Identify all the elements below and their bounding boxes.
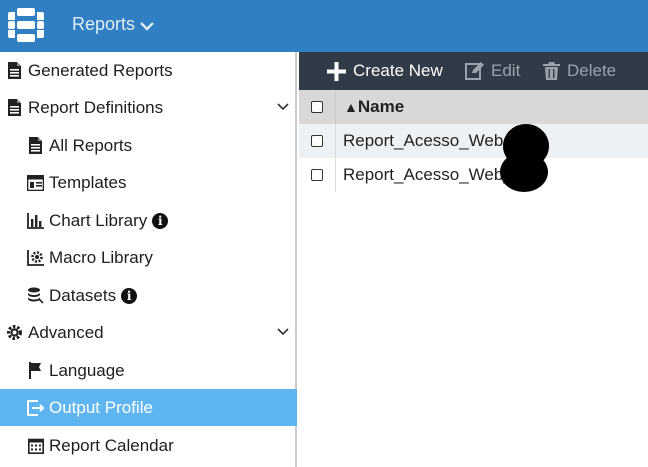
sidebar: Generated Reports Report Definitions All…	[0, 52, 297, 467]
edit-button[interactable]: Edit	[465, 52, 520, 90]
edit-icon	[465, 62, 484, 80]
select-all-checkbox[interactable]	[311, 101, 323, 113]
sidebar-item-generated-reports[interactable]: Generated Reports	[0, 52, 297, 89]
row-name: Report_Acesso_Web_	[343, 165, 513, 184]
sidebar-item-macro-library[interactable]: Macro Library	[0, 239, 297, 276]
module-title: Reports	[72, 14, 136, 34]
sidebar-item-report-calendar[interactable]: Report Calendar	[0, 427, 297, 464]
info-icon[interactable]: i	[121, 287, 138, 304]
macro-gear-icon	[27, 249, 44, 266]
sidebar-item-chart-library[interactable]: Chart Library i	[0, 202, 297, 239]
sidebar-item-label: Report Calendar	[49, 435, 174, 455]
sidebar-item-language[interactable]: Language	[0, 352, 297, 389]
row-name: Report_Acesso_Web_	[343, 131, 513, 150]
sidebar-item-label: Report Definitions	[28, 97, 164, 117]
table-row[interactable]: Report_Acesso_Web_	[299, 124, 648, 158]
name-column-header[interactable]: ▲ Name	[336, 97, 404, 117]
redaction-mark	[500, 152, 548, 192]
sidebar-item-label: Datasets	[49, 285, 117, 305]
sidebar-item-label: Language	[49, 360, 125, 380]
flag-icon	[27, 362, 44, 379]
sort-ascending-icon: ▲	[344, 99, 358, 115]
row-checkbox[interactable]	[311, 135, 323, 147]
document-icon	[27, 137, 44, 154]
sidebar-item-label: Templates	[49, 172, 127, 192]
info-icon[interactable]: i	[152, 212, 169, 229]
fortinet-logo-icon[interactable]	[8, 8, 44, 42]
gear-icon	[6, 324, 23, 341]
sidebar-item-label: Advanced	[28, 322, 104, 342]
trash-icon	[543, 62, 560, 80]
sidebar-item-report-definitions[interactable]: Report Definitions	[0, 89, 297, 126]
bar-chart-icon	[27, 212, 44, 229]
module-selector[interactable]: Reports	[72, 14, 154, 35]
sidebar-item-datasets[interactable]: Datasets i	[0, 277, 297, 314]
row-name-cell: Report_Acesso_Web_	[336, 165, 513, 185]
document-icon	[6, 62, 23, 79]
plus-icon	[327, 61, 346, 81]
sidebar-item-output-profile[interactable]: Output Profile	[0, 389, 297, 426]
edit-label: Edit	[491, 61, 521, 80]
chevron-down-icon[interactable]	[277, 100, 289, 112]
document-icon	[6, 99, 23, 116]
calendar-icon	[27, 437, 44, 454]
toolbar: Create New Edit Delete	[299, 52, 648, 90]
output-profile-icon	[27, 399, 44, 416]
chevron-down-icon[interactable]	[277, 325, 289, 337]
delete-label: Delete	[567, 61, 617, 80]
table-header: ▲ Name	[299, 90, 648, 124]
report-output-table: ▲ Name Report_Acesso_Web_ Report_Acesso_…	[299, 90, 648, 192]
create-new-label: Create New	[353, 61, 443, 80]
sidebar-item-label: Output Profile	[49, 397, 153, 417]
sidebar-item-all-reports[interactable]: All Reports	[0, 127, 297, 164]
delete-button[interactable]: Delete	[543, 52, 616, 90]
name-header-label: Name	[357, 97, 405, 116]
chevron-down-icon	[140, 21, 154, 31]
sidebar-item-label: Chart Library	[49, 210, 148, 230]
create-new-button[interactable]: Create New	[327, 52, 443, 90]
template-icon	[27, 174, 44, 191]
sidebar-item-templates[interactable]: Templates	[0, 164, 297, 201]
row-checkbox-cell	[299, 158, 336, 192]
row-checkbox[interactable]	[311, 169, 323, 181]
row-name-cell: Report_Acesso_Web_	[336, 131, 513, 151]
sidebar-item-advanced[interactable]: Advanced	[0, 314, 297, 351]
select-all-cell	[299, 90, 336, 124]
table-row[interactable]: Report_Acesso_Web_	[299, 158, 648, 192]
sidebar-item-label: Generated Reports	[28, 60, 173, 80]
top-bar: Reports	[0, 0, 648, 52]
row-checkbox-cell	[299, 124, 336, 158]
sidebar-item-label: All Reports	[49, 135, 133, 155]
database-icon	[27, 287, 44, 304]
sidebar-item-label: Macro Library	[49, 247, 153, 267]
